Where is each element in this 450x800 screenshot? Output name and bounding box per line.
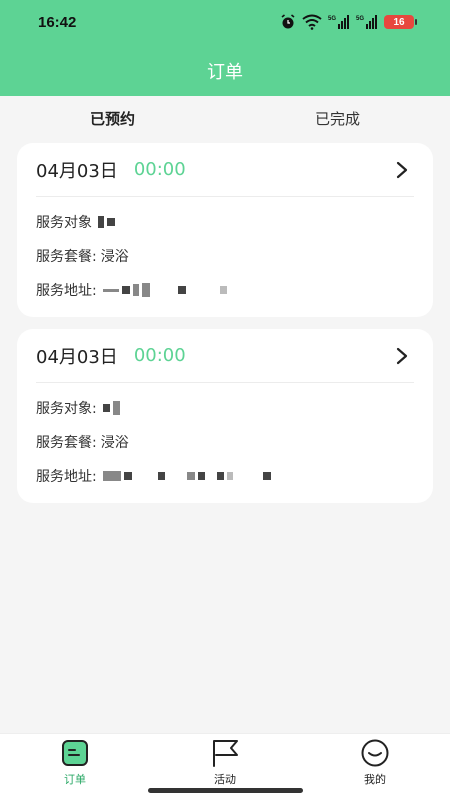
service-address-row: 服务地址: <box>36 273 414 307</box>
flag-icon <box>213 740 238 767</box>
alarm-icon <box>281 14 295 29</box>
chevron-right-icon[interactable] <box>396 161 408 179</box>
order-card[interactable]: 04月03日 00:00 服务对象: 服务套餐: 浸浴 服务地址: <box>17 329 433 503</box>
app-header: 16:42 5G 5G 16 订单 <box>0 0 450 96</box>
service-package-value: 浸浴 <box>100 435 129 451</box>
order-icon <box>62 740 88 766</box>
service-address-label: 服务地址: <box>36 283 97 299</box>
order-card-header: 04月03日 00:00 <box>36 329 414 383</box>
signal-5g-icon-2: 5G <box>356 15 377 29</box>
service-address-label: 服务地址: <box>36 469 97 485</box>
order-time: 00:00 <box>133 345 186 366</box>
nav-orders[interactable]: 订单 <box>0 734 150 800</box>
order-time: 00:00 <box>133 159 186 180</box>
signal-5g-icon: 5G <box>328 15 349 29</box>
status-bar: 16:42 5G 5G 16 <box>0 0 450 46</box>
wifi-icon <box>302 14 322 30</box>
tab-completed[interactable]: 已完成 <box>225 96 450 142</box>
redacted-value <box>102 471 271 481</box>
battery-icon: 16 <box>384 15 417 29</box>
smile-icon <box>361 739 389 767</box>
svg-text:5G: 5G <box>356 16 364 22</box>
nav-mine-label: 我的 <box>364 773 386 786</box>
redacted-value <box>102 401 120 415</box>
status-time: 16:42 <box>38 14 77 31</box>
page-title: 订单 <box>207 62 243 83</box>
service-target-label: 服务对象 <box>36 215 92 231</box>
home-indicator[interactable] <box>148 788 303 793</box>
nav-mine[interactable]: 我的 <box>300 734 450 800</box>
service-target-row: 服务对象: <box>36 391 414 425</box>
status-icons: 5G 5G 16 <box>280 14 417 30</box>
service-address-row: 服务地址: <box>36 459 414 493</box>
service-package-label: 服务套餐: <box>36 249 97 265</box>
order-date: 04月03日 <box>36 346 118 368</box>
battery-level: 16 <box>393 16 405 28</box>
service-package-row: 服务套餐: 浸浴 <box>36 425 414 459</box>
chevron-right-icon[interactable] <box>396 347 408 365</box>
service-package-row: 服务套餐: 浸浴 <box>36 239 414 273</box>
order-tabs: 已预约 已完成 <box>0 96 450 142</box>
tab-booked[interactable]: 已预约 <box>0 96 225 142</box>
redacted-value <box>102 283 227 297</box>
nav-orders-label: 订单 <box>64 773 86 786</box>
nav-activities-label: 活动 <box>214 773 236 786</box>
svg-text:5G: 5G <box>328 16 336 22</box>
redacted-value <box>98 216 115 228</box>
service-package-label: 服务套餐: <box>36 435 97 451</box>
order-card-header: 04月03日 00:00 <box>36 143 414 197</box>
order-card[interactable]: 04月03日 00:00 服务对象 服务套餐: 浸浴 服务地址: <box>17 143 433 317</box>
service-package-value: 浸浴 <box>100 249 129 265</box>
order-date: 04月03日 <box>36 160 118 182</box>
service-target-row: 服务对象 <box>36 205 414 239</box>
service-target-label: 服务对象: <box>36 401 97 417</box>
